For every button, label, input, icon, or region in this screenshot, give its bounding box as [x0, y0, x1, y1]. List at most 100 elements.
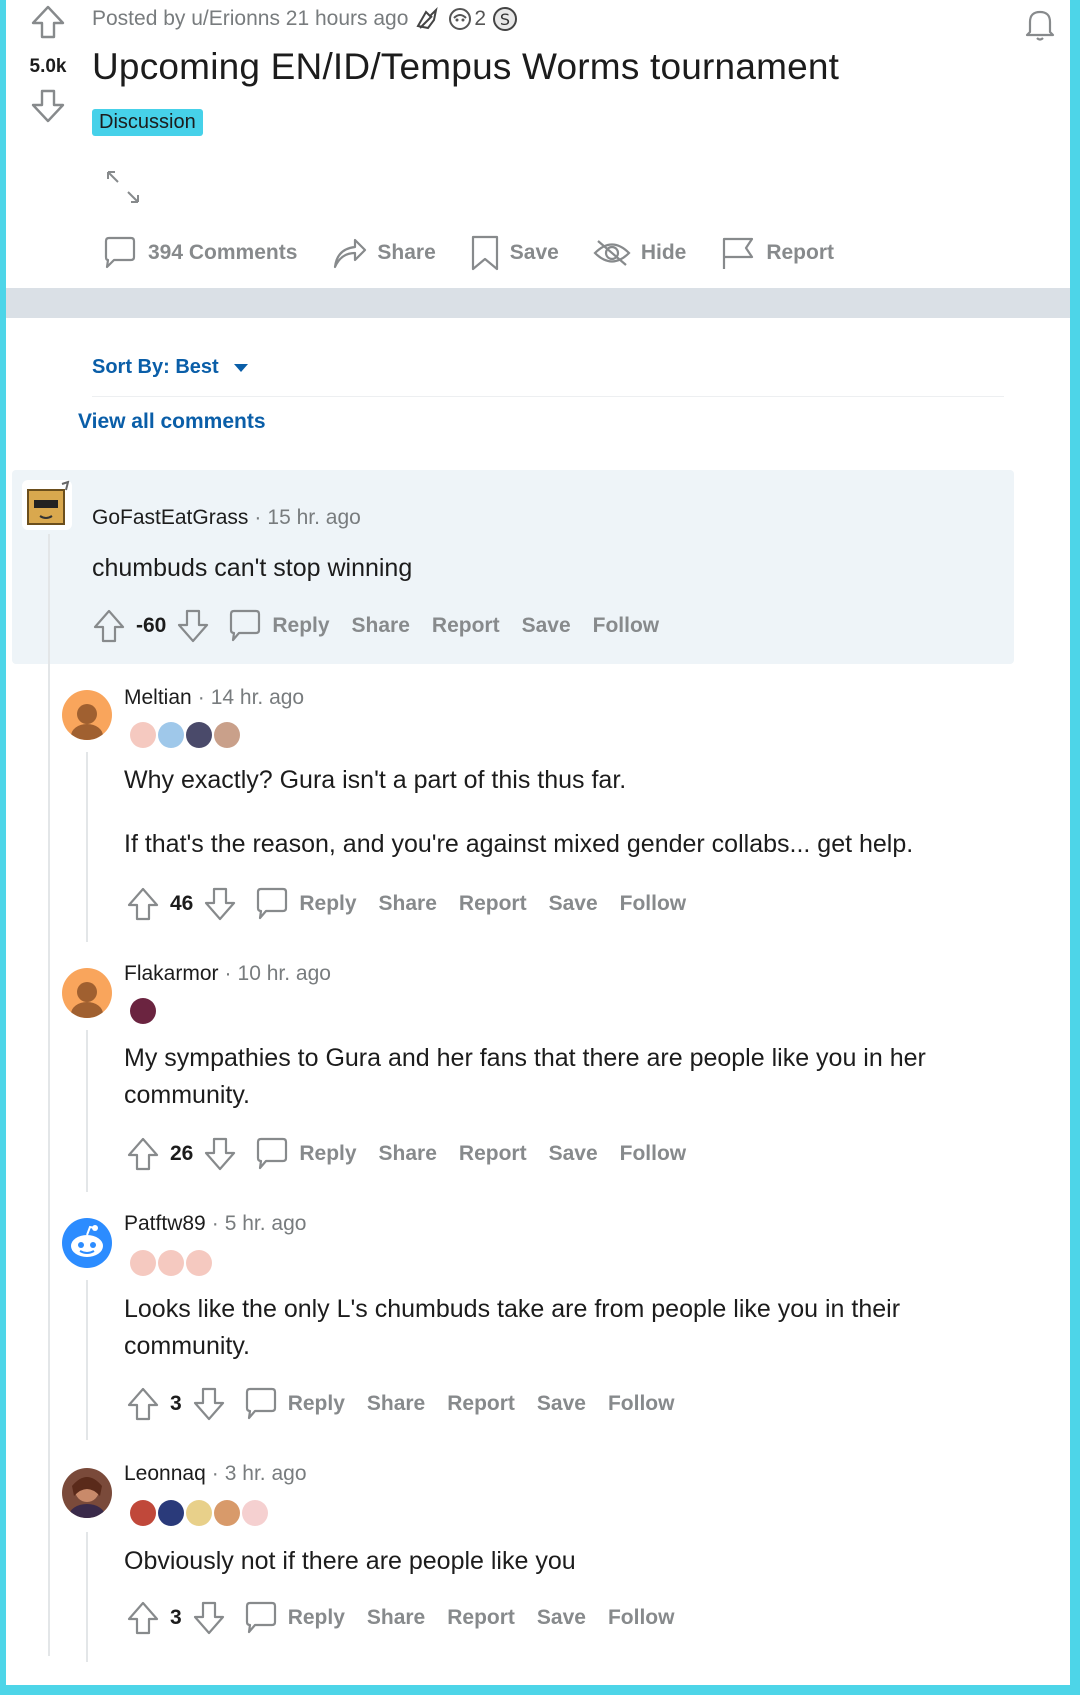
award-count: 2 [474, 7, 487, 30]
upvote-icon[interactable] [92, 608, 126, 644]
award-icon[interactable] [414, 6, 440, 32]
caret-down-icon [233, 363, 248, 372]
avatar[interactable] [62, 1468, 112, 1518]
save-button[interactable]: Save [549, 892, 598, 916]
report-button[interactable]: Report [459, 892, 527, 916]
upvote-icon[interactable] [126, 886, 160, 922]
reply-button[interactable]: Reply [244, 1386, 345, 1422]
avatar[interactable] [62, 968, 112, 1018]
username[interactable]: Patftw89 [124, 1212, 206, 1235]
reply-label: Reply [287, 1392, 345, 1415]
reply-button[interactable]: Reply [255, 1136, 357, 1172]
comment-actions: -60 Reply Share Report Save Follow [92, 608, 659, 644]
reply-button[interactable]: Reply [228, 608, 330, 644]
comment-time: 15 hr. ago [267, 506, 361, 529]
downvote-icon[interactable] [176, 608, 210, 644]
flair-emoji-icon [242, 1500, 268, 1526]
report-button[interactable]: Report [720, 234, 834, 272]
follow-button[interactable]: Follow [593, 614, 660, 638]
flair-emoji-icon [186, 1250, 212, 1276]
expand-icon[interactable] [104, 168, 142, 206]
upvote-icon[interactable] [126, 1600, 160, 1636]
save-label: Save [509, 241, 559, 264]
report-button[interactable]: Report [447, 1392, 515, 1416]
post-title[interactable]: Upcoming EN/ID/Tempus Worms tournament [92, 46, 839, 88]
follow-button[interactable]: Follow [620, 892, 687, 916]
comment-score: -60 [136, 614, 167, 637]
share-button[interactable]: Share [379, 892, 437, 916]
comment-actions: 26 Reply Share Report Save Follow [126, 1136, 686, 1172]
save-button[interactable]: Save [537, 1392, 586, 1416]
avatar[interactable] [62, 690, 112, 740]
sort-dropdown[interactable]: Sort By: Best [92, 356, 249, 379]
notification-bell-icon[interactable] [1020, 4, 1060, 44]
save-button[interactable]: Save [549, 1142, 598, 1166]
downvote-icon[interactable] [30, 88, 66, 124]
upvote-icon[interactable] [30, 4, 66, 40]
thread-line [86, 1280, 88, 1440]
hide-button[interactable]: Hide [593, 234, 687, 272]
comment-text: Obviously not if there are people like y… [124, 1547, 576, 1575]
user-flair-icons [130, 1250, 212, 1276]
comment-body: Looks like the only L's chumbuds take ar… [124, 1291, 984, 1365]
downvote-icon[interactable] [203, 1136, 237, 1172]
follow-button[interactable]: Follow [608, 1392, 675, 1416]
share-button[interactable]: Share [379, 1142, 437, 1166]
posted-by-text[interactable]: Posted by u/Erionns 21 hours ago [92, 7, 408, 31]
svg-text:S: S [500, 10, 510, 29]
avatar[interactable] [62, 1218, 112, 1268]
report-button[interactable]: Report [459, 1142, 527, 1166]
thread-line [86, 1030, 88, 1192]
award-icon[interactable]: S [492, 6, 518, 32]
report-button[interactable]: Report [432, 614, 500, 638]
flair-emoji-icon [158, 1250, 184, 1276]
username[interactable]: Meltian [124, 686, 192, 709]
save-button[interactable]: Save [537, 1606, 586, 1630]
flair-emoji-icon [130, 722, 156, 748]
avatar[interactable] [22, 480, 72, 530]
comment-actions: 3 Reply Share Report Save Follow [126, 1386, 674, 1422]
username[interactable]: GoFastEatGrass [92, 506, 248, 529]
post-flair[interactable]: Discussion [92, 109, 203, 136]
share-button[interactable]: Share [352, 614, 410, 638]
username[interactable]: Leonnaq [124, 1462, 206, 1485]
report-button[interactable]: Report [447, 1606, 515, 1630]
comment-actions: 46 Reply Share Report Save Follow [126, 886, 686, 922]
award-icon[interactable]: 2 [446, 6, 486, 32]
share-button[interactable]: Share [367, 1606, 425, 1630]
comment-text: chumbuds can't stop winning [92, 554, 413, 582]
comment-score: 46 [170, 892, 194, 915]
comment-header: Patftw89 · 5 hr. ago [124, 1212, 307, 1235]
sort-divider [92, 396, 1004, 397]
downvote-icon[interactable] [192, 1600, 226, 1636]
save-button[interactable]: Save [470, 234, 559, 272]
flair-emoji-icon [130, 1500, 156, 1526]
reply-button[interactable]: Reply [255, 886, 357, 922]
comment-header: Meltian · 14 hr. ago [124, 686, 305, 709]
post-vote-count: 5.0k [29, 56, 67, 77]
hide-label: Hide [640, 241, 687, 264]
follow-button[interactable]: Follow [608, 1606, 675, 1630]
thread-line [86, 752, 88, 942]
flair-emoji-icon [158, 1500, 184, 1526]
username[interactable]: Flakarmor [124, 962, 219, 985]
comment-icon [245, 1387, 276, 1420]
upvote-icon[interactable] [126, 1386, 160, 1422]
downvote-icon[interactable] [203, 886, 237, 922]
share-button[interactable]: Share [367, 1392, 425, 1416]
share-label: Share [377, 241, 436, 264]
comment-body: chumbuds can't stop winning [92, 550, 992, 587]
downvote-icon[interactable] [192, 1386, 226, 1422]
share-button[interactable]: Share [331, 234, 436, 272]
comment-body: Obviously not if there are people like y… [124, 1543, 984, 1580]
comments-button[interactable]: 394 Comments [102, 234, 297, 272]
post-vote-column: 5.0k [18, 4, 78, 124]
comment-score: 3 [170, 1606, 182, 1629]
reply-button[interactable]: Reply [244, 1600, 345, 1636]
view-all-comments-link[interactable]: View all comments [78, 410, 266, 434]
upvote-icon[interactable] [126, 1136, 160, 1172]
save-button[interactable]: Save [522, 614, 571, 638]
follow-button[interactable]: Follow [620, 1142, 687, 1166]
comment-time: 3 hr. ago [224, 1462, 307, 1485]
flair-emoji-icon [214, 1500, 240, 1526]
